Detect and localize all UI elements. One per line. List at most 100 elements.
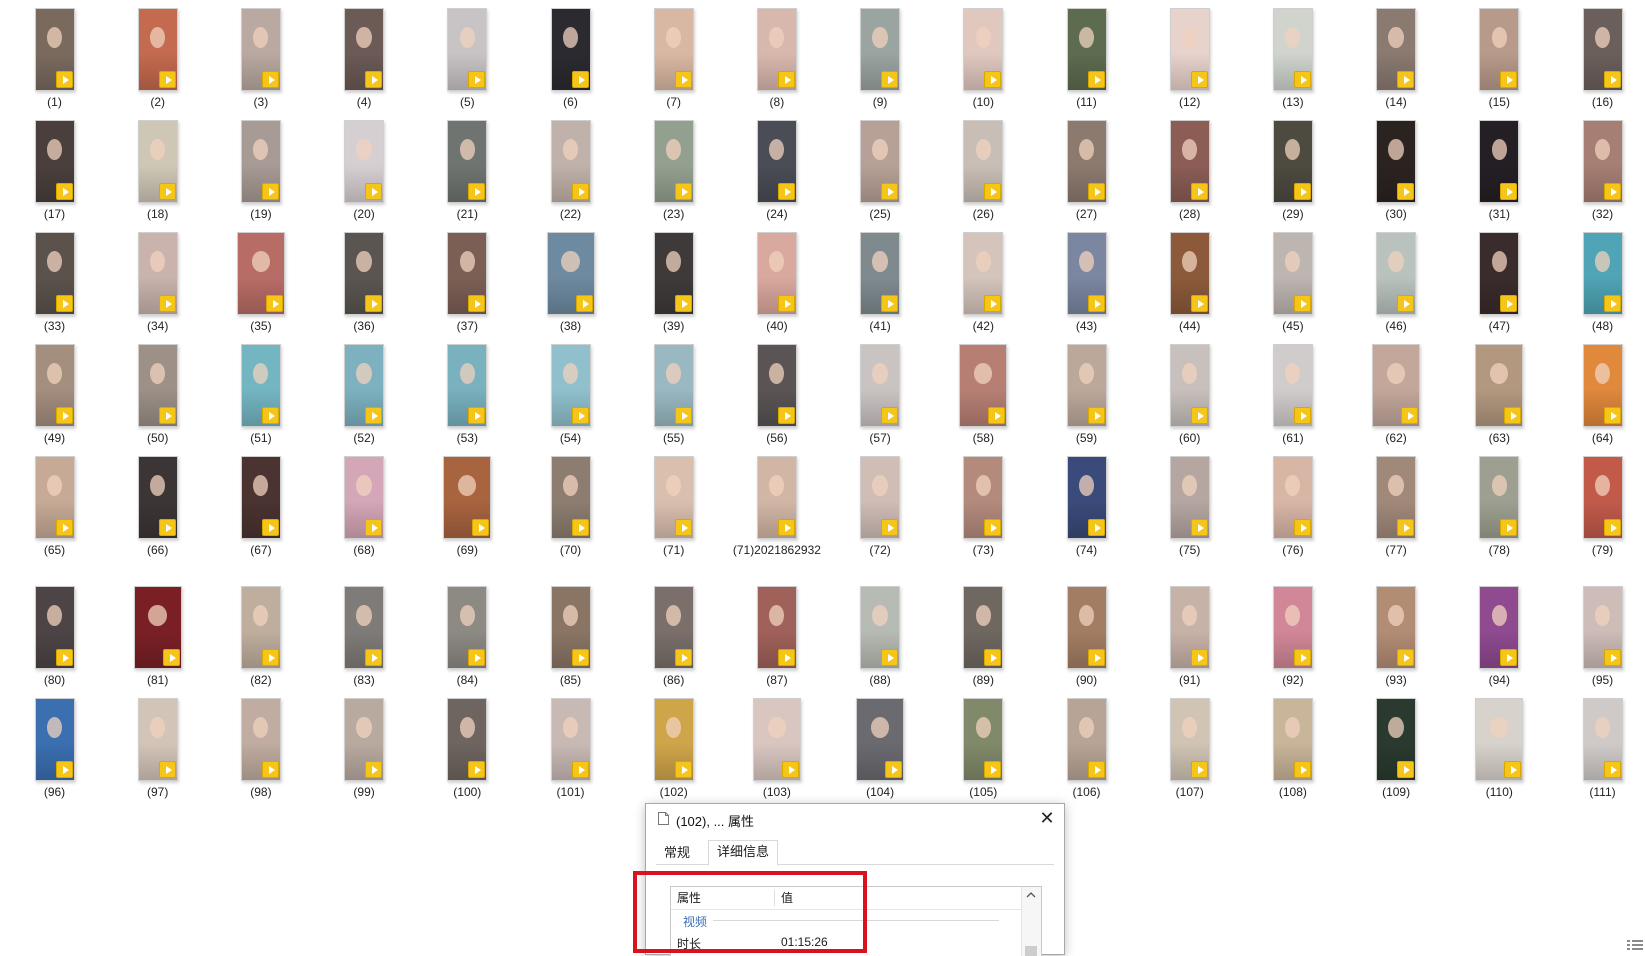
video-thumbnail[interactable] (550, 698, 591, 781)
video-thumbnail[interactable] (344, 456, 385, 539)
file-item[interactable]: (65) (3, 456, 106, 558)
file-item[interactable]: (42) (932, 232, 1035, 334)
video-thumbnail[interactable] (34, 698, 75, 781)
video-thumbnail[interactable] (1066, 586, 1107, 669)
video-thumbnail[interactable] (137, 456, 178, 539)
video-thumbnail[interactable] (447, 8, 488, 91)
file-item[interactable]: (27) (1035, 120, 1138, 222)
video-thumbnail[interactable] (1376, 8, 1417, 91)
video-thumbnail[interactable] (1066, 698, 1107, 781)
file-item[interactable]: (106) (1035, 698, 1138, 800)
video-thumbnail[interactable] (34, 456, 75, 539)
video-thumbnail[interactable] (1479, 232, 1520, 315)
video-thumbnail[interactable] (1475, 698, 1524, 781)
video-thumbnail[interactable] (1272, 698, 1313, 781)
video-thumbnail[interactable] (653, 344, 694, 427)
video-thumbnail[interactable] (447, 344, 488, 427)
file-item[interactable]: (10) (932, 8, 1035, 110)
video-thumbnail[interactable] (963, 232, 1004, 315)
video-thumbnail[interactable] (1066, 456, 1107, 539)
video-thumbnail[interactable] (1169, 344, 1210, 427)
video-thumbnail[interactable] (963, 120, 1004, 203)
file-item[interactable]: (6) (519, 8, 622, 110)
file-item[interactable]: (51) (209, 344, 312, 446)
file-item[interactable]: (110) (1448, 698, 1551, 800)
video-thumbnail[interactable] (959, 344, 1008, 427)
file-item[interactable]: (87) (725, 586, 828, 688)
file-item[interactable]: (40) (725, 232, 828, 334)
column-header-value[interactable]: 值 (781, 887, 793, 909)
video-thumbnail[interactable] (1582, 586, 1623, 669)
video-thumbnail[interactable] (34, 232, 75, 315)
video-thumbnail[interactable] (447, 120, 488, 203)
file-item[interactable]: (89) (932, 586, 1035, 688)
video-thumbnail[interactable] (1479, 120, 1520, 203)
file-item[interactable]: (9) (829, 8, 932, 110)
file-item[interactable]: (53) (416, 344, 519, 446)
video-thumbnail[interactable] (344, 344, 385, 427)
video-thumbnail[interactable] (1376, 120, 1417, 203)
file-item[interactable]: (69) (416, 456, 519, 558)
file-item[interactable]: (54) (519, 344, 622, 446)
file-item[interactable]: (92) (1241, 586, 1344, 688)
video-thumbnail[interactable] (447, 232, 488, 315)
video-thumbnail[interactable] (447, 586, 488, 669)
file-item[interactable]: (62) (1345, 344, 1448, 446)
video-thumbnail[interactable] (963, 8, 1004, 91)
video-thumbnail[interactable] (752, 698, 801, 781)
file-item[interactable]: (55) (622, 344, 725, 446)
file-item[interactable]: (111) (1551, 698, 1645, 800)
video-thumbnail[interactable] (344, 232, 385, 315)
file-item[interactable]: (13) (1241, 8, 1344, 110)
file-item[interactable]: (68) (313, 456, 416, 558)
file-item[interactable]: (74) (1035, 456, 1138, 558)
file-item[interactable]: (71) (622, 456, 725, 558)
file-item[interactable]: (109) (1345, 698, 1448, 800)
video-thumbnail[interactable] (1272, 120, 1313, 203)
file-item[interactable]: (98) (209, 698, 312, 800)
video-thumbnail[interactable] (344, 8, 385, 91)
file-item[interactable]: (79) (1551, 456, 1645, 558)
file-item[interactable]: (16) (1551, 8, 1645, 110)
video-thumbnail[interactable] (1272, 586, 1313, 669)
file-item[interactable]: (80) (3, 586, 106, 688)
file-item[interactable]: (71)2021862932 (725, 456, 828, 558)
file-item[interactable]: (102) (622, 698, 725, 800)
video-thumbnail[interactable] (1582, 232, 1623, 315)
video-thumbnail[interactable] (860, 120, 901, 203)
video-thumbnail[interactable] (1582, 698, 1623, 781)
file-item[interactable]: (56) (725, 344, 828, 446)
video-thumbnail[interactable] (856, 698, 905, 781)
file-item[interactable]: (61) (1241, 344, 1344, 446)
video-thumbnail[interactable] (653, 120, 694, 203)
file-item[interactable]: (95) (1551, 586, 1645, 688)
video-thumbnail[interactable] (1479, 8, 1520, 91)
video-thumbnail[interactable] (756, 344, 797, 427)
file-item[interactable]: (78) (1448, 456, 1551, 558)
file-item[interactable]: (19) (209, 120, 312, 222)
video-thumbnail[interactable] (860, 8, 901, 91)
column-header-property[interactable]: 属性 (677, 887, 701, 909)
video-thumbnail[interactable] (240, 8, 281, 91)
details-scrollbar[interactable] (1021, 887, 1041, 956)
dialog-title-bar[interactable]: (102), ... 属性 ✕ (646, 804, 1064, 834)
file-item[interactable]: (103) (725, 698, 828, 800)
video-thumbnail[interactable] (1169, 456, 1210, 539)
file-item[interactable]: (67) (209, 456, 312, 558)
file-item[interactable]: (29) (1241, 120, 1344, 222)
file-item[interactable]: (84) (416, 586, 519, 688)
video-thumbnail[interactable] (1169, 232, 1210, 315)
video-thumbnail[interactable] (240, 586, 281, 669)
file-item[interactable]: (108) (1241, 698, 1344, 800)
file-item[interactable]: (26) (932, 120, 1035, 222)
file-item[interactable]: (24) (725, 120, 828, 222)
video-thumbnail[interactable] (550, 344, 591, 427)
video-thumbnail[interactable] (1376, 456, 1417, 539)
video-thumbnail[interactable] (550, 120, 591, 203)
video-thumbnail[interactable] (1372, 344, 1421, 427)
file-item[interactable]: (72) (829, 456, 932, 558)
video-thumbnail[interactable] (756, 456, 797, 539)
file-item[interactable]: (63) (1448, 344, 1551, 446)
video-thumbnail[interactable] (963, 456, 1004, 539)
properties-dialog[interactable]: (102), ... 属性 ✕ 常规 详细信息 属性 值 视频 时长 01:15… (645, 803, 1065, 956)
